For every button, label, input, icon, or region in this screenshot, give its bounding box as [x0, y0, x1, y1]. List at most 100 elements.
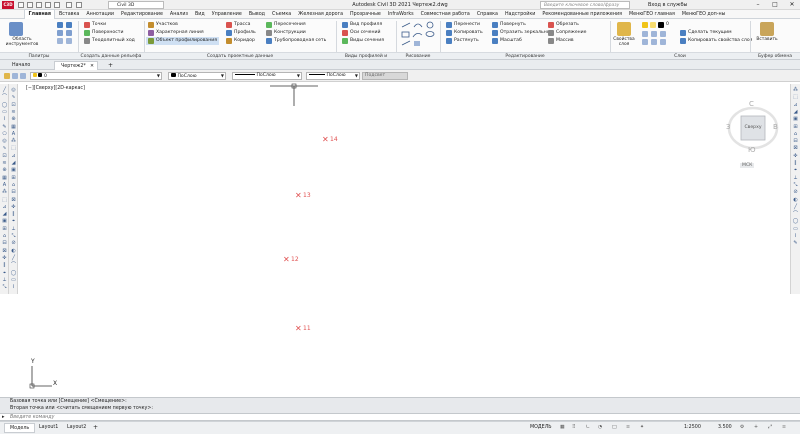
- layer-state-icon[interactable]: [4, 73, 10, 79]
- tool-icon[interactable]: ⤡: [10, 233, 17, 239]
- tool-icon[interactable]: ⊿: [1, 204, 8, 210]
- layer-properties-label[interactable]: Свойства слоя: [610, 37, 638, 47]
- tool-palette-icon[interactable]: [9, 22, 23, 36]
- tool-icon[interactable]: A: [10, 131, 17, 137]
- fullscreen-icon[interactable]: ⤢: [768, 422, 772, 434]
- copy-button[interactable]: Копировать: [446, 29, 483, 37]
- paste-label[interactable]: Вставить: [750, 37, 784, 42]
- transparency-field[interactable]: Подсвет: [362, 72, 408, 80]
- tool-icon[interactable]: ✎: [792, 240, 799, 246]
- tool-icon[interactable]: ⊞: [792, 124, 799, 130]
- array-button[interactable]: Массив: [548, 37, 574, 45]
- compass-east[interactable]: В: [773, 123, 778, 131]
- command-input[interactable]: Введите команду: [10, 414, 54, 421]
- grading-button[interactable]: Объект профилирования: [146, 37, 219, 45]
- layers-manager-icon[interactable]: [66, 38, 72, 44]
- tool-icon[interactable]: ◎: [1, 138, 8, 144]
- ribbon-tab[interactable]: МенюГЕО главная: [626, 10, 679, 19]
- tool-icon[interactable]: ⊿: [10, 153, 17, 159]
- compass-north[interactable]: С: [749, 100, 754, 108]
- points-button[interactable]: Точки: [84, 21, 106, 29]
- tool-icon[interactable]: ▣: [792, 116, 799, 122]
- tool-icon[interactable]: ⬚: [10, 145, 17, 151]
- ribbon-tab[interactable]: Вывод: [245, 10, 268, 19]
- sample-lines-button[interactable]: Оси сечений: [342, 29, 380, 37]
- viewcube-top-face[interactable]: Сверху: [741, 125, 765, 130]
- redo-icon[interactable]: [76, 2, 82, 8]
- tool-icon[interactable]: ⤡: [1, 284, 8, 290]
- pipe-network-button[interactable]: Трубопроводная сеть: [266, 37, 326, 45]
- tool-palette-label[interactable]: Область инструментов: [0, 37, 44, 47]
- plus-icon[interactable]: +: [754, 422, 758, 434]
- print-icon[interactable]: [54, 2, 60, 8]
- tool-icon[interactable]: ∿: [1, 145, 8, 151]
- tool-icon[interactable]: ⌇: [792, 233, 799, 239]
- alignment-button[interactable]: Трасса: [226, 21, 250, 29]
- tool-icon[interactable]: ⊟: [792, 138, 799, 144]
- tool-icon[interactable]: ⌇: [1, 116, 8, 122]
- search-input[interactable]: Введите ключевое слово/фразу: [540, 1, 630, 9]
- ribbon-tab[interactable]: Управление: [208, 10, 245, 19]
- tool-icon[interactable]: ≋: [1, 160, 8, 166]
- tool-icon[interactable]: ⊟: [10, 189, 17, 195]
- tool-icon[interactable]: ◢: [10, 160, 17, 166]
- tool-icon[interactable]: ⊡: [1, 153, 8, 159]
- profile-view-button[interactable]: Вид профиля: [342, 21, 382, 29]
- tool-icon[interactable]: ▦: [10, 124, 17, 130]
- tool-icon[interactable]: ⌒: [10, 262, 17, 268]
- tool-icon[interactable]: ⊘: [792, 189, 799, 195]
- layer-tool-icon[interactable]: [660, 31, 666, 37]
- draw-tools-icon[interactable]: [400, 21, 438, 49]
- compass-south[interactable]: Ю: [748, 146, 756, 154]
- close-button[interactable]: ✕: [784, 0, 800, 10]
- new-icon[interactable]: [18, 2, 24, 8]
- tool-icon[interactable]: ⊘: [10, 240, 17, 246]
- save-as-icon[interactable]: [45, 2, 51, 8]
- tool-icon[interactable]: ╱: [792, 204, 799, 210]
- tool-icon[interactable]: ⟂: [1, 277, 8, 283]
- new-tab-button[interactable]: +: [102, 61, 119, 70]
- tool-icon[interactable]: ⟂: [10, 226, 17, 232]
- point-marker-icon[interactable]: ✕: [283, 256, 290, 264]
- tool-icon[interactable]: ⊿: [792, 102, 799, 108]
- tool-icon[interactable]: ▭: [792, 226, 799, 232]
- grid-icon[interactable]: ▦: [560, 422, 565, 434]
- layer-combo[interactable]: 0: [642, 21, 669, 29]
- ribbon-tab[interactable]: Съемка: [269, 10, 295, 19]
- snap-icon[interactable]: ⠿: [572, 422, 576, 434]
- open-icon[interactable]: [27, 2, 33, 8]
- rotate-button[interactable]: Повернуть: [492, 21, 526, 29]
- tool-icon[interactable]: ◢: [792, 109, 799, 115]
- viewcube[interactable]: С Ю З В Сверху МСК: [724, 98, 784, 172]
- menu-icon[interactable]: ≡: [782, 422, 786, 434]
- tool-icon[interactable]: ⌖: [1, 270, 8, 276]
- tool-icon[interactable]: ⬚: [1, 197, 8, 203]
- ribbon-tab[interactable]: Аннотации: [83, 10, 118, 19]
- polar-icon[interactable]: ◔: [598, 422, 602, 434]
- make-current-button[interactable]: Сделать текущим: [680, 29, 732, 37]
- ribbon-tab[interactable]: InfraWorks: [384, 10, 417, 19]
- ribbon-tab[interactable]: Вид: [192, 10, 209, 19]
- tool-icon[interactable]: ⁂: [792, 87, 799, 93]
- point-marker-icon[interactable]: ✕: [295, 325, 302, 333]
- settings-icon[interactable]: [66, 22, 72, 28]
- match-layer-button[interactable]: Копировать свойства слоя: [680, 37, 752, 45]
- trim-button[interactable]: Обрезать: [548, 21, 579, 29]
- tool-icon[interactable]: ╱: [10, 255, 17, 261]
- tool-icon[interactable]: ⊞: [10, 175, 17, 181]
- tool-icon[interactable]: ⬠: [1, 131, 8, 137]
- ribbon-tab[interactable]: Анализ: [166, 10, 191, 19]
- tool-icon[interactable]: ⊡: [10, 102, 17, 108]
- lineweight-icon[interactable]: ≡: [626, 422, 630, 434]
- layer-properties-icon[interactable]: [617, 22, 631, 36]
- layer-tool-icon[interactable]: [642, 39, 648, 45]
- tool-icon[interactable]: ⤡: [792, 182, 799, 188]
- annotation-icon[interactable]: ✦: [640, 422, 644, 434]
- tool-icon[interactable]: ⌖: [10, 218, 17, 224]
- undo-icon[interactable]: [66, 2, 72, 8]
- tool-icon[interactable]: ⊕: [1, 167, 8, 173]
- tab-layout2[interactable]: Layout2: [62, 423, 91, 433]
- tool-icon[interactable]: ◯: [792, 218, 799, 224]
- corridor-button[interactable]: Коридор: [226, 37, 255, 45]
- tool-icon[interactable]: ✜: [1, 255, 8, 261]
